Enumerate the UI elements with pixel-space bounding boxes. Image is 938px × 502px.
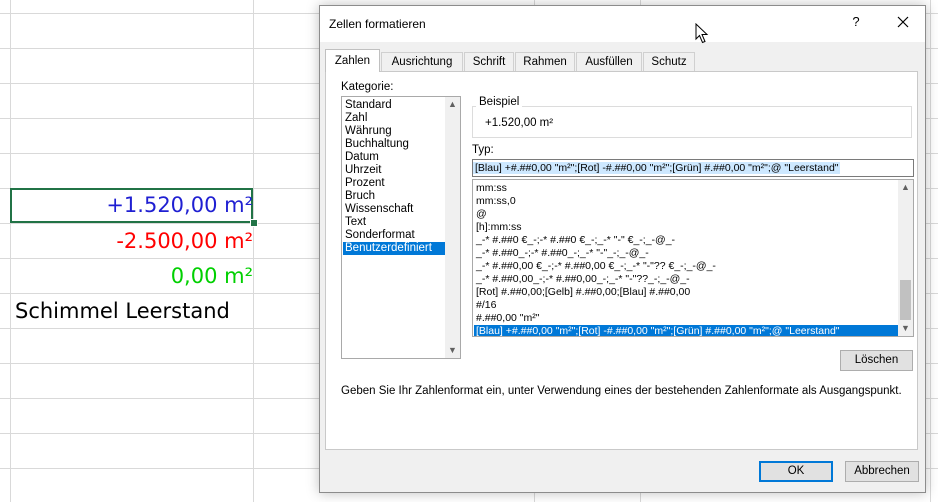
close-icon <box>897 16 909 28</box>
scroll-down-icon[interactable]: ▼ <box>445 343 460 358</box>
format-item[interactable]: #.##0,00 "m²" <box>474 312 898 325</box>
format-item[interactable]: #/16 <box>474 299 898 312</box>
category-item[interactable]: Zahl <box>343 112 447 125</box>
typ-label: Typ: <box>472 144 494 156</box>
tab-ausrichtung[interactable]: Ausrichtung <box>381 52 463 71</box>
fill-handle[interactable] <box>250 219 258 227</box>
cell-value-positive[interactable]: +1.520,00 m² <box>106 193 253 217</box>
category-listbox[interactable]: Standard Zahl Währung Buchhaltung Datum … <box>341 96 461 359</box>
beispiel-label: Beispiel <box>476 96 523 108</box>
tab-zahlen[interactable]: Zahlen <box>325 49 380 72</box>
beispiel-value: +1.520,00 m² <box>485 117 554 129</box>
format-item[interactable]: mm:ss,0 <box>474 195 898 208</box>
format-cells-dialog: Zellen formatieren ? Zahlen Ausrichtung … <box>319 5 926 493</box>
scroll-down-icon[interactable]: ▼ <box>898 321 913 336</box>
category-item[interactable]: Währung <box>343 125 447 138</box>
cancel-button[interactable]: Abbrechen <box>845 461 919 482</box>
column-divider <box>10 0 11 502</box>
category-item[interactable]: Standard <box>343 99 447 112</box>
category-item[interactable]: Sonderformat <box>343 229 447 242</box>
tab-schrift[interactable]: Schrift <box>464 52 514 71</box>
scroll-up-icon[interactable]: ▲ <box>898 180 913 195</box>
format-item[interactable]: @ <box>474 208 898 221</box>
category-item[interactable]: Uhrzeit <box>343 164 447 177</box>
cell-value-zero[interactable]: 0,00 m² <box>171 264 253 288</box>
typ-input-value: [Blau] +#.##0,00 "m²";[Rot] -#.##0,00 "m… <box>473 162 840 174</box>
scroll-thumb[interactable] <box>900 280 911 320</box>
category-item[interactable]: Bruch <box>343 190 447 203</box>
beispiel-group: +1.520,00 m² <box>472 106 912 138</box>
category-item[interactable]: Text <box>343 216 447 229</box>
cell-value-text[interactable]: Schimmel Leerstand <box>15 299 230 323</box>
help-button[interactable]: ? <box>841 14 871 34</box>
cell-value-negative[interactable]: -2.500,00 m² <box>116 229 253 253</box>
category-scrollbar[interactable]: ▲ ▼ <box>445 97 460 358</box>
category-item-selected[interactable]: Benutzerdefiniert <box>343 242 447 255</box>
format-item[interactable]: [Rot] #.##0,00;[Gelb] #.##0,00;[Blau] #.… <box>474 286 898 299</box>
format-item[interactable]: [h]:mm:ss <box>474 221 898 234</box>
category-item[interactable]: Prozent <box>343 177 447 190</box>
close-button[interactable] <box>887 12 919 34</box>
dialog-titlebar[interactable]: Zellen formatieren ? <box>320 6 925 44</box>
scroll-up-icon[interactable]: ▲ <box>445 97 460 112</box>
format-item[interactable]: _-* #.##0,00 €_-;-* #.##0,00 €_-;_-* "-"… <box>474 260 898 273</box>
format-listbox[interactable]: mm:ss mm:ss,0 @ [h]:mm:ss _-* #.##0 €_-;… <box>472 179 914 337</box>
category-item[interactable]: Buchhaltung <box>343 138 447 151</box>
category-item[interactable]: Wissenschaft <box>343 203 447 216</box>
format-scrollbar[interactable]: ▲ ▼ <box>898 180 913 336</box>
format-item[interactable]: _-* #.##0,00_-;-* #.##0,00_-;_-* "-"??_-… <box>474 273 898 286</box>
typ-input[interactable]: [Blau] +#.##0,00 "m²";[Rot] -#.##0,00 "m… <box>472 159 914 177</box>
tab-panel-zahlen: Kategorie: Standard Zahl Währung Buchhal… <box>325 71 918 450</box>
format-item[interactable]: mm:ss <box>474 182 898 195</box>
category-item[interactable]: Datum <box>343 151 447 164</box>
kategorie-label: Kategorie: <box>341 81 394 93</box>
tab-ausfuellen[interactable]: Ausfüllen <box>576 52 642 71</box>
tab-rahmen[interactable]: Rahmen <box>515 52 575 71</box>
column-divider <box>930 0 931 502</box>
column-divider <box>253 0 254 502</box>
mouse-pointer-icon <box>695 23 709 44</box>
dialog-title: Zellen formatieren <box>329 17 426 31</box>
format-item[interactable]: _-* #.##0_-;-* #.##0_-;_-* "-"_-;_-@_- <box>474 247 898 260</box>
format-item[interactable]: _-* #.##0 €_-;-* #.##0 €_-;_-* "-" €_-;_… <box>474 234 898 247</box>
ok-button[interactable]: OK <box>759 461 833 482</box>
tab-schutz[interactable]: Schutz <box>643 52 695 71</box>
hint-text: Geben Sie Ihr Zahlenformat ein, unter Ve… <box>341 385 902 397</box>
delete-button[interactable]: Löschen <box>840 350 913 371</box>
format-item-selected[interactable]: [Blau] +#.##0,00 "m²";[Rot] -#.##0,00 "m… <box>474 325 898 336</box>
